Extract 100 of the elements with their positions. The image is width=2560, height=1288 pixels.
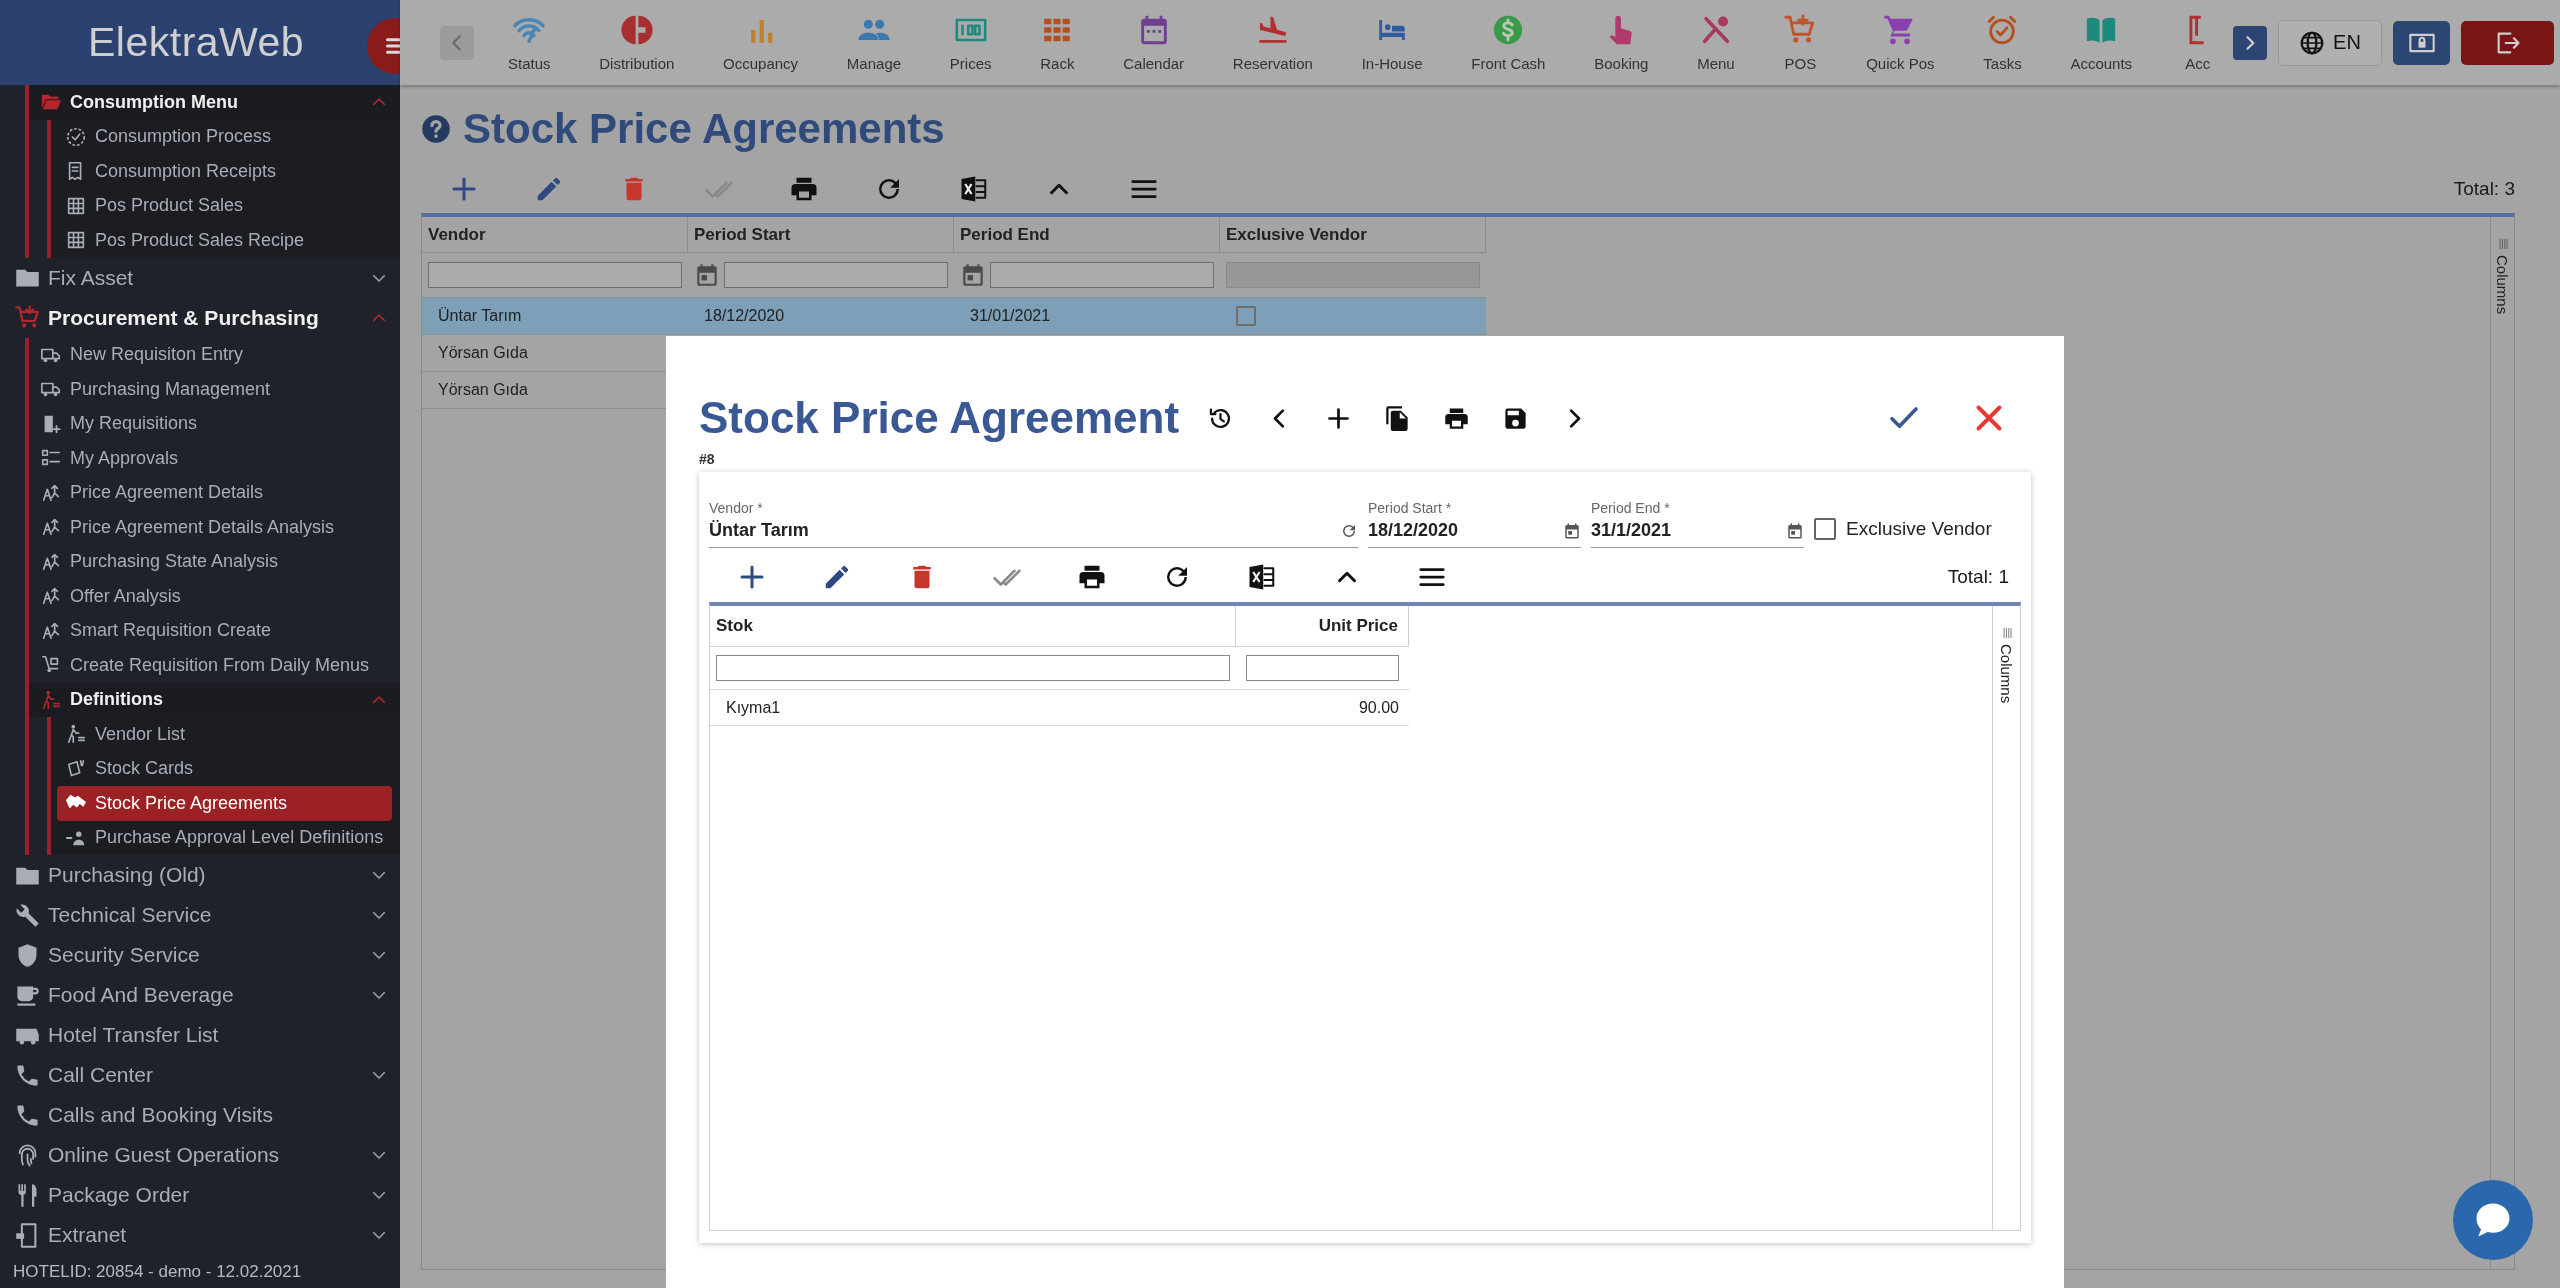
column-header[interactable]: Vendor [422,217,688,253]
columns-panel-tab[interactable]: Columns [1992,606,2020,1230]
nav-label: Acc [2185,55,2211,72]
checkbox[interactable] [1814,518,1836,540]
nav-label: Quick Pos [1866,55,1935,72]
globe-icon [2299,29,2326,56]
nav-item[interactable]: Distribution [589,0,685,85]
sidebar-item[interactable]: Technical Service [0,895,400,935]
nav-label: Manage [846,55,902,72]
sidebar-item[interactable]: Fix Asset [0,257,400,298]
sidebar-item[interactable]: Extranet [0,1215,400,1255]
sidebar-item[interactable]: Consumption Process [57,119,392,154]
calendar-icon [960,262,986,288]
nav-item[interactable]: Status [498,0,561,85]
record-number: #8 [699,450,716,469]
nav-label: Prices [949,55,992,72]
sidebar-item[interactable]: Price Agreement Details [29,475,400,510]
nav-label: Calendar [1123,55,1185,72]
sidebar-item[interactable]: Stock Price Agreements [57,786,392,821]
date-field[interactable]: 18/12/2020 [1368,516,1563,545]
sidebar-item[interactable]: My Approvals [29,441,400,476]
vendor-field[interactable]: Üntar Tarım [709,516,1340,545]
sidebar-item[interactable]: Procurement & Purchasing [0,297,400,338]
wrench-icon [14,901,41,929]
filter-field[interactable] [724,262,948,288]
help-icon[interactable] [421,114,451,144]
total-count: Total: 3 [2453,178,2515,200]
sidebar-item[interactable]: Price Agreement Details Analysis [29,510,400,545]
nav-item[interactable]: Quick Pos [1856,0,1945,85]
nav-item[interactable]: Reservation [1222,0,1323,85]
nav-label: Booking [1594,55,1649,72]
table-cell-text: Üntar Tarım [437,306,523,326]
sidebar-item[interactable]: Call Center [0,1055,400,1095]
filter-field[interactable] [716,655,1230,681]
sidebar-item[interactable]: My Requisitions [29,406,400,441]
column-header[interactable]: Period End [954,217,1220,253]
lock-screen-button[interactable] [2393,20,2450,65]
calendar-icon[interactable] [1786,521,1804,540]
sidebar-item[interactable]: Smart Requisition Create [29,613,400,648]
nav-item[interactable]: Manage [836,0,912,85]
sidebar-item[interactable]: Stock Cards [57,751,392,786]
sidebar-item[interactable]: Offer Analysis [29,579,400,614]
table-row[interactable]: Kıyma1 90.00 [710,690,1409,726]
field-label: Vendor * [709,500,764,516]
sidebar-item[interactable]: Security Service [0,935,400,975]
nav-item[interactable]: Booking [1584,0,1659,85]
filter-field[interactable] [428,262,682,288]
filter-field[interactable] [1246,655,1399,681]
nav-item[interactable]: Occupancy [713,0,809,85]
nav-item[interactable]: In-House [1351,0,1433,85]
column-header[interactable]: Unit Price [1236,606,1409,647]
nav-item[interactable]: Tasks [1973,0,2032,85]
nav-label: Tasks [1983,55,2022,72]
date-field[interactable]: 31/1/2021 [1591,516,1786,545]
nav-label: Front Cash [1471,55,1546,72]
column-header[interactable]: Period Start [688,217,954,253]
sidebar-item[interactable]: Purchase Approval Level Definitions [57,820,392,855]
sidebar-item[interactable]: Food And Beverage [0,975,400,1015]
language-button[interactable]: EN [2278,19,2382,66]
sidebar-item[interactable]: Pos Product Sales Recipe [57,223,392,258]
nav-item[interactable]: Rack [1030,0,1085,85]
nav-item[interactable]: Acc [2170,0,2225,85]
column-header[interactable]: Exclusive Vendor [1220,217,1486,253]
nav-item[interactable]: Accounts [2060,0,2143,85]
nav-item[interactable]: POS [1773,0,1828,85]
nav-label: Menu [1697,55,1735,72]
calendar-icon[interactable] [1563,521,1581,540]
calendar-icon [694,262,720,288]
sidebar-item[interactable]: Pos Product Sales [57,188,392,223]
sidebar-item[interactable]: New Requisiton Entry [29,337,400,372]
nav-item[interactable]: Calendar [1113,0,1195,85]
sidebar-item[interactable]: Purchasing State Analysis [29,544,400,579]
nav-item[interactable]: Front Cash [1461,0,1556,85]
sidebar-item[interactable]: Package Order [0,1175,400,1215]
logout-button[interactable] [2461,20,2554,65]
table-row[interactable]: Üntar Tarım 18/12/2020 31/01/2021 [422,298,1486,335]
sidebar-item[interactable]: Online Guest Operations [0,1135,400,1175]
sidebar-item[interactable]: Purchasing Management [29,372,400,407]
nav-label: Rack [1040,55,1075,72]
filter-field[interactable] [990,262,1214,288]
person-icon [40,688,62,711]
page-title: Stock Price Agreements [463,105,945,153]
nav-item[interactable]: Menu [1687,0,1745,85]
nav-item[interactable]: Prices [939,0,1002,85]
sidebar-item[interactable]: Create Requisition From Daily Menus [29,648,400,683]
table-cell-text: 31/01/2021 [969,306,1052,326]
sidebar-item[interactable]: Consumption Receipts [57,154,392,189]
dashed-check-icon [65,125,87,148]
checkbox[interactable] [1236,306,1256,326]
column-header[interactable]: Stok [710,606,1236,647]
sidebar-item[interactable]: Calls and Booking Visits [0,1095,400,1135]
hotel-info: HOTELID: 20854 - demo - 12.02.2021 [12,1260,303,1283]
sidebar-item[interactable]: Consumption Menu [29,85,400,120]
nav-label: POS [1784,55,1817,72]
scroll-right-button[interactable] [2233,25,2267,60]
sidebar-item[interactable]: Hotel Transfer List [0,1015,400,1055]
sidebar-item[interactable]: Definitions [29,682,400,717]
sidebar-item[interactable]: Vendor List [57,717,392,752]
sidebar-item[interactable]: Purchasing (Old) [0,855,400,895]
person-icon [65,723,87,746]
